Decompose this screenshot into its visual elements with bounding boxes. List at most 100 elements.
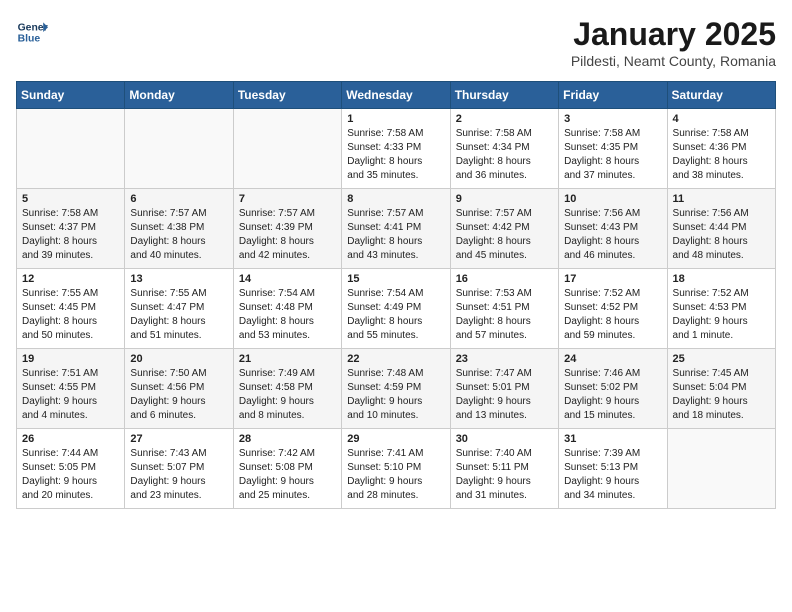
column-header-sunday: Sunday: [17, 82, 125, 109]
day-info: Sunrise: 7:46 AM Sunset: 5:02 PM Dayligh…: [564, 367, 661, 423]
calendar-cell: 10 Sunrise: 7:56 AM Sunset: 4:43 PM Dayli…: [559, 189, 667, 269]
day-info: Sunrise: 7:53 AM Sunset: 4:51 PM Dayligh…: [456, 287, 553, 343]
calendar-cell: 1 Sunrise: 7:58 AM Sunset: 4:33 PM Daylig…: [342, 109, 450, 189]
day-info: Sunrise: 7:52 AM Sunset: 4:53 PM Dayligh…: [673, 287, 770, 343]
calendar-cell: 22 Sunrise: 7:48 AM Sunset: 4:59 PM Dayli…: [342, 349, 450, 429]
day-number: 25: [673, 353, 770, 365]
day-number: 2: [456, 113, 553, 125]
day-info: Sunrise: 7:56 AM Sunset: 4:44 PM Dayligh…: [673, 207, 770, 263]
day-number: 27: [130, 433, 227, 445]
day-info: Sunrise: 7:54 AM Sunset: 4:49 PM Dayligh…: [347, 287, 444, 343]
day-info: Sunrise: 7:57 AM Sunset: 4:38 PM Dayligh…: [130, 207, 227, 263]
calendar-cell: 29 Sunrise: 7:41 AM Sunset: 5:10 PM Dayli…: [342, 429, 450, 509]
calendar-cell: 15Sunrise: 7:54 AM Sunset: 4:49 PM Dayli…: [342, 269, 450, 349]
day-number: 8: [347, 193, 444, 205]
calendar-cell: 2Sunrise: 7:58 AM Sunset: 4:34 PM Daylig…: [450, 109, 558, 189]
calendar-cell: 6 Sunrise: 7:57 AM Sunset: 4:38 PM Daylig…: [125, 189, 233, 269]
day-number: 17: [564, 273, 661, 285]
calendar-cell: 23Sunrise: 7:47 AM Sunset: 5:01 PM Dayli…: [450, 349, 558, 429]
day-number: 11: [673, 193, 770, 205]
month-title: January 2025: [571, 16, 776, 53]
calendar-table: SundayMondayTuesdayWednesdayThursdayFrid…: [16, 81, 776, 509]
logo: General Blue: [16, 16, 48, 48]
calendar-cell: 7Sunrise: 7:57 AM Sunset: 4:39 PM Daylig…: [233, 189, 341, 269]
day-number: 30: [456, 433, 553, 445]
column-header-wednesday: Wednesday: [342, 82, 450, 109]
day-info: Sunrise: 7:58 AM Sunset: 4:37 PM Dayligh…: [22, 207, 119, 263]
day-number: 20: [130, 353, 227, 365]
calendar-cell: 30Sunrise: 7:40 AM Sunset: 5:11 PM Dayli…: [450, 429, 558, 509]
day-info: Sunrise: 7:58 AM Sunset: 4:35 PM Dayligh…: [564, 127, 661, 183]
day-number: 3: [564, 113, 661, 125]
logo-icon: General Blue: [16, 16, 48, 48]
day-number: 14: [239, 273, 336, 285]
day-info: Sunrise: 7:47 AM Sunset: 5:01 PM Dayligh…: [456, 367, 553, 423]
day-number: 22: [347, 353, 444, 365]
title-block: January 2025 Pildesti, Neamt County, Rom…: [571, 16, 776, 69]
day-number: 26: [22, 433, 119, 445]
day-info: Sunrise: 7:57 AM Sunset: 4:42 PM Dayligh…: [456, 207, 553, 263]
day-info: Sunrise: 7:58 AM Sunset: 4:36 PM Dayligh…: [673, 127, 770, 183]
day-info: Sunrise: 7:57 AM Sunset: 4:41 PM Dayligh…: [347, 207, 444, 263]
calendar-cell: 16 Sunrise: 7:53 AM Sunset: 4:51 PM Dayli…: [450, 269, 558, 349]
day-number: 1: [347, 113, 444, 125]
day-info: Sunrise: 7:50 AM Sunset: 4:56 PM Dayligh…: [130, 367, 227, 423]
calendar-cell: 5 Sunrise: 7:58 AM Sunset: 4:37 PM Daylig…: [17, 189, 125, 269]
day-number: 13: [130, 273, 227, 285]
calendar-cell: 20 Sunrise: 7:50 AM Sunset: 4:56 PM Dayli…: [125, 349, 233, 429]
calendar-cell: 14 Sunrise: 7:54 AM Sunset: 4:48 PM Dayli…: [233, 269, 341, 349]
day-info: Sunrise: 7:57 AM Sunset: 4:39 PM Dayligh…: [239, 207, 336, 263]
calendar-cell: 9 Sunrise: 7:57 AM Sunset: 4:42 PM Daylig…: [450, 189, 558, 269]
column-header-thursday: Thursday: [450, 82, 558, 109]
calendar-cell: 12Sunrise: 7:55 AM Sunset: 4:45 PM Dayli…: [17, 269, 125, 349]
calendar-week-3: 12Sunrise: 7:55 AM Sunset: 4:45 PM Dayli…: [17, 269, 776, 349]
day-info: Sunrise: 7:48 AM Sunset: 4:59 PM Dayligh…: [347, 367, 444, 423]
day-info: Sunrise: 7:41 AM Sunset: 5:10 PM Dayligh…: [347, 447, 444, 503]
day-number: 6: [130, 193, 227, 205]
calendar-cell: [233, 109, 341, 189]
day-number: 4: [673, 113, 770, 125]
day-info: Sunrise: 7:55 AM Sunset: 4:45 PM Dayligh…: [22, 287, 119, 343]
calendar-cell: 21 Sunrise: 7:49 AM Sunset: 4:58 PM Dayli…: [233, 349, 341, 429]
day-number: 9: [456, 193, 553, 205]
calendar-week-1: 1 Sunrise: 7:58 AM Sunset: 4:33 PM Daylig…: [17, 109, 776, 189]
day-info: Sunrise: 7:54 AM Sunset: 4:48 PM Dayligh…: [239, 287, 336, 343]
day-number: 18: [673, 273, 770, 285]
column-header-friday: Friday: [559, 82, 667, 109]
svg-text:Blue: Blue: [18, 34, 41, 45]
calendar-week-4: 19Sunrise: 7:51 AM Sunset: 4:55 PM Dayli…: [17, 349, 776, 429]
calendar-cell: [667, 429, 775, 509]
day-number: 31: [564, 433, 661, 445]
day-number: 21: [239, 353, 336, 365]
column-header-tuesday: Tuesday: [233, 82, 341, 109]
page-header: General Blue January 2025 Pildesti, Neam…: [16, 16, 776, 69]
calendar-cell: 26 Sunrise: 7:44 AM Sunset: 5:05 PM Dayli…: [17, 429, 125, 509]
day-info: Sunrise: 7:44 AM Sunset: 5:05 PM Dayligh…: [22, 447, 119, 503]
location: Pildesti, Neamt County, Romania: [571, 53, 776, 69]
day-number: 29: [347, 433, 444, 445]
calendar-cell: 25Sunrise: 7:45 AM Sunset: 5:04 PM Dayli…: [667, 349, 775, 429]
day-info: Sunrise: 7:52 AM Sunset: 4:52 PM Dayligh…: [564, 287, 661, 343]
day-info: Sunrise: 7:58 AM Sunset: 4:33 PM Dayligh…: [347, 127, 444, 183]
calendar-cell: [125, 109, 233, 189]
day-info: Sunrise: 7:51 AM Sunset: 4:55 PM Dayligh…: [22, 367, 119, 423]
column-header-monday: Monday: [125, 82, 233, 109]
calendar-week-2: 5 Sunrise: 7:58 AM Sunset: 4:37 PM Daylig…: [17, 189, 776, 269]
day-info: Sunrise: 7:49 AM Sunset: 4:58 PM Dayligh…: [239, 367, 336, 423]
day-info: Sunrise: 7:55 AM Sunset: 4:47 PM Dayligh…: [130, 287, 227, 343]
day-info: Sunrise: 7:56 AM Sunset: 4:43 PM Dayligh…: [564, 207, 661, 263]
calendar-cell: 31 Sunrise: 7:39 AM Sunset: 5:13 PM Dayli…: [559, 429, 667, 509]
day-number: 10: [564, 193, 661, 205]
calendar-cell: 13 Sunrise: 7:55 AM Sunset: 4:47 PM Dayli…: [125, 269, 233, 349]
calendar-cell: 28Sunrise: 7:42 AM Sunset: 5:08 PM Dayli…: [233, 429, 341, 509]
calendar-cell: 18 Sunrise: 7:52 AM Sunset: 4:53 PM Dayli…: [667, 269, 775, 349]
day-info: Sunrise: 7:39 AM Sunset: 5:13 PM Dayligh…: [564, 447, 661, 503]
day-number: 16: [456, 273, 553, 285]
day-number: 5: [22, 193, 119, 205]
column-header-saturday: Saturday: [667, 82, 775, 109]
calendar-cell: 19Sunrise: 7:51 AM Sunset: 4:55 PM Dayli…: [17, 349, 125, 429]
calendar-cell: 8 Sunrise: 7:57 AM Sunset: 4:41 PM Daylig…: [342, 189, 450, 269]
day-number: 28: [239, 433, 336, 445]
calendar-cell: 3 Sunrise: 7:58 AM Sunset: 4:35 PM Daylig…: [559, 109, 667, 189]
day-number: 24: [564, 353, 661, 365]
